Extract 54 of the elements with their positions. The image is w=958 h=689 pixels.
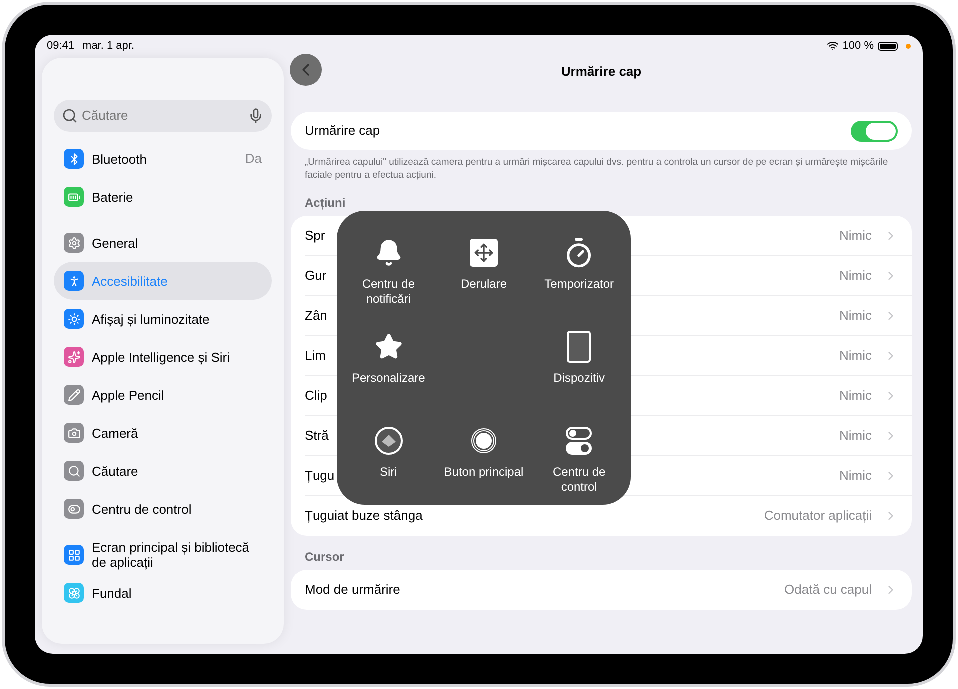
menu-item[interactable]: Centru de control [532, 405, 627, 499]
sidebar-item[interactable]: Cameră [54, 414, 272, 452]
search-field[interactable]: Căutare [82, 106, 244, 126]
sidebar-item[interactable]: Apple Pencil [54, 376, 272, 414]
back-button[interactable] [290, 54, 322, 86]
description-text: „Urmărirea capului" utilizează camera pentru a urmări mișcarea capului dvs. pentru a controla un cursor de pe ecran și urmărește mișcările faciale pentru a efectua acțiuni. [304, 156, 890, 182]
status-time: 09:41 [47, 38, 75, 54]
menu-item[interactable]: Personalizare [341, 311, 436, 405]
row-value: Nimic [840, 426, 872, 445]
toggle-switch[interactable] [851, 120, 898, 142]
bell-icon [374, 239, 403, 267]
toggles-icon [566, 427, 592, 455]
sidebar-item[interactable]: Bluetooth Da [54, 140, 272, 178]
section-header: Acțiuni [304, 195, 347, 212]
sidebar-item[interactable]: General [54, 224, 272, 262]
row-value: Odată cu capul [784, 581, 872, 600]
menu-item[interactable]: Temporizator [532, 217, 627, 311]
item-value: Da [245, 150, 262, 168]
settings-row[interactable]: Mod de urmărire Odată cu capul [305, 570, 912, 610]
privacy-indicator-icon [906, 44, 911, 48]
battery-percent: 100 % [842, 38, 874, 54]
row-value: Nimic [840, 226, 872, 245]
page-title: Urmărire cap [561, 63, 642, 82]
star-icon [374, 333, 403, 361]
row-value: Nimic [840, 346, 872, 365]
row-value: Nimic [840, 466, 872, 485]
row-value: Comutator aplicații [764, 507, 872, 526]
siri-icon [374, 426, 404, 456]
sidebar-item[interactable]: Apple Intelligence și Siri [54, 338, 272, 376]
menu-item[interactable]: Centru de notificări [341, 217, 436, 311]
sidebar-item[interactable]: Baterie [54, 178, 272, 216]
sidebar-item[interactable]: Căutare [54, 452, 272, 490]
row-value: Nimic [840, 266, 872, 285]
toggle-label: Urmărire cap [305, 122, 380, 140]
sidebar-item[interactable]: Ecran principal și bibliotecă de aplicații [54, 536, 272, 574]
status-date: mar. 1 apr. [82, 38, 135, 54]
row-value: Nimic [840, 306, 872, 325]
sidebar-item[interactable]: Afișaj și luminozitate [54, 300, 272, 338]
battery-icon [878, 42, 898, 50]
search-bar[interactable]: Căutare [54, 100, 272, 132]
sidebar-item[interactable]: Fundal [54, 574, 272, 612]
tablet-icon [567, 331, 592, 363]
search-icon [62, 108, 78, 124]
menu-item[interactable]: Dispozitiv [532, 311, 627, 405]
home-button-icon [470, 427, 498, 455]
sidebar-item[interactable]: Centru de control [54, 490, 272, 528]
arrows-icon [470, 239, 498, 267]
menu-item[interactable]: Buton principal [436, 405, 532, 499]
menu-item[interactable]: Siri [341, 405, 436, 499]
settings-row[interactable]: Țuguiat buze stânga Comutator aplicații [305, 496, 912, 536]
menu-item[interactable]: Derulare [436, 217, 532, 311]
section-header: Cursor [304, 549, 346, 566]
row-value: Nimic [840, 386, 872, 405]
microphone-icon [248, 108, 264, 124]
